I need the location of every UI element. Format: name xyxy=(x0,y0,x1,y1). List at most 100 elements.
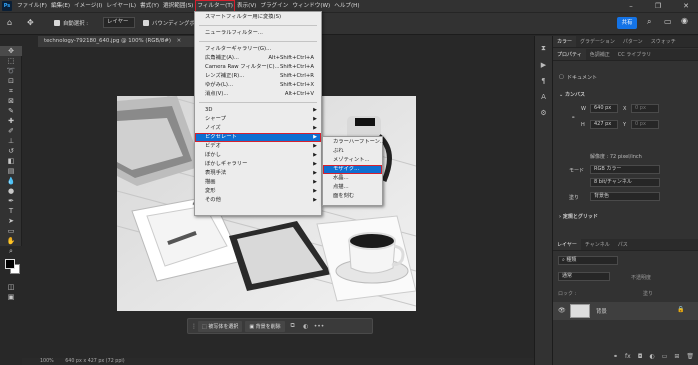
stamp-tool-icon[interactable]: ⊥ xyxy=(0,136,22,146)
auto-select-dropdown[interactable]: レイヤー xyxy=(103,17,135,28)
workspace-icon[interactable]: ▭ xyxy=(664,17,672,26)
color-swatches[interactable] xyxy=(0,256,21,282)
shape-tool-icon[interactable]: ▭ xyxy=(0,226,22,236)
filter-item-4[interactable]: Camera Raw フィルター(C)... Shift+Ctrl+A xyxy=(195,63,321,72)
blend-mode-select[interactable]: 通常 xyxy=(558,272,610,281)
character-panel-icon[interactable]: A xyxy=(535,93,552,101)
menu-item-5[interactable]: 選択範囲(S) xyxy=(161,0,195,12)
close-tab-icon[interactable]: ✕ xyxy=(177,38,182,44)
filter-submenu-10[interactable]: その他 ▶ xyxy=(195,196,321,205)
y-field[interactable]: 0 px xyxy=(631,120,659,129)
new-layer-icon[interactable]: ⊞ xyxy=(674,353,679,360)
pixelate-item-1[interactable]: ぶれ xyxy=(323,147,382,156)
properties-panel-tab-2[interactable]: CC ライブラリ xyxy=(614,49,656,60)
frame-tool-icon[interactable]: ⊠ xyxy=(0,96,22,106)
pixelate-item-4[interactable]: 水晶... xyxy=(323,174,382,183)
eraser-tool-icon[interactable]: ◧ xyxy=(0,156,22,166)
width-field[interactable]: 640 px xyxy=(590,104,618,113)
menu-item-1[interactable]: 編集(E) xyxy=(49,0,72,12)
search-icon[interactable]: ⌕ xyxy=(647,17,651,27)
filter-item-5[interactable]: レンズ補正(R)... Shift+Ctrl+R xyxy=(195,72,321,81)
color-mode-select[interactable]: RGB カラー xyxy=(590,165,660,174)
delete-layer-icon[interactable]: 🗑 xyxy=(686,353,694,360)
document-tab[interactable]: technology-792180_640.jpg @ 100% (RGB/8#… xyxy=(38,36,198,47)
filter-submenu-1[interactable]: シャープ ▶ xyxy=(195,115,321,124)
close-icon[interactable]: ✕ xyxy=(675,0,697,12)
pixelate-item-6[interactable]: 面を刻む xyxy=(323,192,382,201)
actions-panel-icon[interactable]: ▶ xyxy=(535,61,552,69)
link-icon[interactable]: ⚭ xyxy=(571,115,575,121)
filter-submenu-3[interactable]: ピクセレート ▶ xyxy=(195,133,321,142)
profile-icon[interactable]: ◉ xyxy=(681,16,688,25)
adjustment-icon[interactable]: ◐ xyxy=(301,323,311,330)
zoom-level[interactable]: 100% xyxy=(40,359,54,364)
canvas-header[interactable]: ⌄ カンバス xyxy=(559,91,585,98)
move-tool-icon[interactable]: ✥ xyxy=(27,18,34,27)
filter-submenu-6[interactable]: ぼかしギャラリー ▶ xyxy=(195,160,321,169)
filter-item-smart[interactable]: スマートフィルター用に変換(S) xyxy=(195,13,321,22)
minimize-icon[interactable]: – xyxy=(620,0,642,12)
auto-select-checkbox[interactable] xyxy=(54,20,60,26)
quick-mask-icon[interactable]: ◫ xyxy=(0,282,22,292)
height-field[interactable]: 427 px xyxy=(590,120,618,129)
layers-panel-tab-2[interactable]: パス xyxy=(614,239,632,250)
gradient-tool-icon[interactable]: ▤ xyxy=(0,166,22,176)
filter-submenu-4[interactable]: ビデオ ▶ xyxy=(195,142,321,151)
move-tool-icon[interactable]: ✥ xyxy=(0,46,22,56)
transform-icon[interactable]: ⧉ xyxy=(288,322,298,330)
share-button[interactable]: 共有 xyxy=(617,17,637,29)
remove-background-button[interactable]: ▣ 背景を削除 xyxy=(245,320,285,332)
type-tool-icon[interactable]: T xyxy=(0,206,22,216)
more-options-icon[interactable]: ••• xyxy=(314,323,325,330)
layer-filter-search[interactable]: ⌕ 種類 xyxy=(558,256,618,265)
filter-submenu-2[interactable]: ノイズ ▶ xyxy=(195,124,321,133)
history-panel-icon[interactable]: ⧗ xyxy=(535,44,552,53)
path-select-tool-icon[interactable]: ➤ xyxy=(0,216,22,226)
zoom-tool-icon[interactable]: ⌕ xyxy=(0,246,22,256)
object-select-tool-icon[interactable]: ⊡ xyxy=(0,76,22,86)
menu-item-10[interactable]: ヘルプ(H) xyxy=(332,0,361,12)
home-icon[interactable]: ⌂ xyxy=(7,18,12,27)
pixelate-item-2[interactable]: メゾティント... xyxy=(323,156,382,165)
history-brush-icon[interactable]: ↺ xyxy=(0,146,22,156)
drag-handle-icon[interactable]: ⋮ xyxy=(191,323,197,330)
adjustment-layer-icon[interactable]: ◐ xyxy=(649,353,654,360)
maximize-icon[interactable]: ❐ xyxy=(647,0,669,12)
healing-tool-icon[interactable]: ✚ xyxy=(0,116,22,126)
menu-item-2[interactable]: イメージ(I) xyxy=(72,0,104,12)
pen-tool-icon[interactable]: ✒ xyxy=(0,196,22,206)
properties-panel-tab-1[interactable]: 色調補正 xyxy=(586,49,614,60)
menu-item-3[interactable]: レイヤー(L) xyxy=(104,0,138,12)
menu-item-0[interactable]: ファイル(F) xyxy=(15,0,49,12)
filter-submenu-9[interactable]: 変形 ▶ xyxy=(195,187,321,196)
filter-submenu-7[interactable]: 表現手法 ▶ xyxy=(195,169,321,178)
transform-checkbox[interactable] xyxy=(143,20,149,26)
marquee-tool-icon[interactable]: ⬚ xyxy=(0,56,22,66)
crop-tool-icon[interactable]: ⌗ xyxy=(0,86,22,96)
filter-submenu-5[interactable]: ぼかし ▶ xyxy=(195,151,321,160)
pixelate-item-5[interactable]: 点描... xyxy=(323,183,382,192)
pixelate-item-3[interactable]: モザイク... xyxy=(323,165,382,174)
brush-tool-icon[interactable]: ✐ xyxy=(0,126,22,136)
rulers-grid-header[interactable]: › 定規とグリッド xyxy=(559,213,598,220)
fill-select[interactable]: 背景色 xyxy=(590,192,660,201)
color-panel-tab-1[interactable]: グラデーション xyxy=(576,36,619,47)
filter-item-2[interactable]: フィルターギャラリー(G)... xyxy=(195,45,321,54)
x-field[interactable]: 0 px xyxy=(631,104,659,113)
filter-item-6[interactable]: ゆがみ(L)... Shift+Ctrl+X xyxy=(195,81,321,90)
eyedropper-tool-icon[interactable]: ✎ xyxy=(0,106,22,116)
visibility-eye-icon[interactable]: 👁 xyxy=(558,307,566,314)
filter-item-3[interactable]: 広角補正(A)... Alt+Shift+Ctrl+A xyxy=(195,54,321,63)
group-icon[interactable]: ▭ xyxy=(662,353,668,360)
layers-panel-tab-0[interactable]: レイヤー xyxy=(553,239,581,250)
lasso-tool-icon[interactable]: ➰ xyxy=(0,66,22,76)
dodge-tool-icon[interactable]: ● xyxy=(0,186,22,196)
color-panel-tab-0[interactable]: カラー xyxy=(553,36,577,47)
color-panel-tab-3[interactable]: スウォッチ xyxy=(647,36,680,47)
add-mask-icon[interactable]: ◘ xyxy=(638,353,643,360)
glyphs-panel-icon[interactable]: ⚙ xyxy=(535,109,552,117)
link-layers-icon[interactable]: ⚭ xyxy=(613,353,618,360)
menu-item-4[interactable]: 書式(Y) xyxy=(138,0,161,12)
layer-row-background[interactable]: 👁 背景 🔒 xyxy=(553,302,698,320)
paragraph-panel-icon[interactable]: ¶ xyxy=(535,77,552,85)
